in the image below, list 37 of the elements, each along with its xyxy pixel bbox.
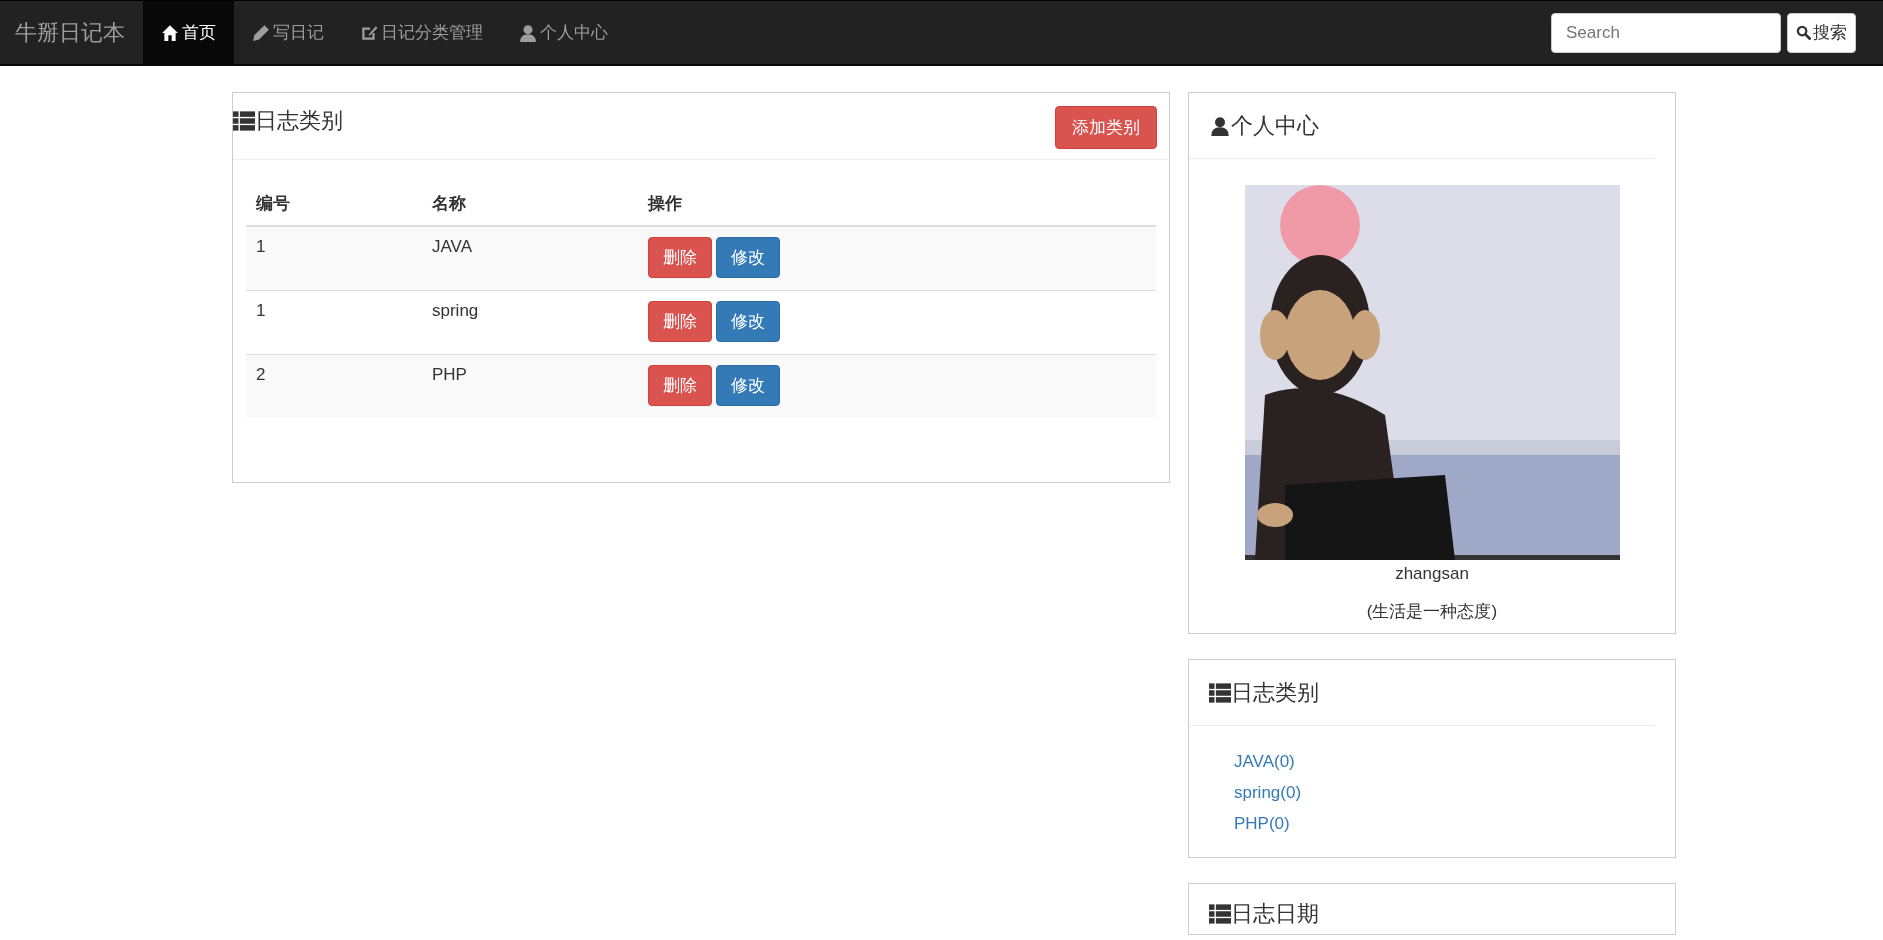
- user-icon: [1209, 116, 1231, 136]
- nav-link[interactable]: 写日记: [234, 1, 342, 64]
- edit-button[interactable]: 修改: [716, 365, 780, 406]
- delete-button[interactable]: 删除: [648, 237, 712, 278]
- delete-button[interactable]: 删除: [648, 301, 712, 342]
- user-icon: [519, 23, 537, 42]
- motto: (生活是一种态度): [1366, 601, 1498, 623]
- brand-link[interactable]: 牛掰日记本: [0, 1, 143, 64]
- table-cell: JAVA: [432, 237, 472, 256]
- search-button[interactable]: 搜索: [1787, 12, 1856, 53]
- category-link[interactable]: spring(0): [1234, 783, 1302, 802]
- category-link[interactable]: PHP(0): [1234, 814, 1290, 833]
- list-icon: [1209, 904, 1231, 924]
- home-icon: [161, 23, 179, 42]
- nav-link[interactable]: 首页: [143, 1, 234, 64]
- add-category-button[interactable]: 添加类别: [1055, 106, 1157, 149]
- nav-link[interactable]: 日记分类管理: [342, 1, 501, 64]
- search-field[interactable]: Search: [1551, 12, 1781, 53]
- category-link[interactable]: JAVA(0): [1234, 752, 1295, 771]
- table-cell: PHP: [432, 365, 467, 384]
- list-icon: [1209, 683, 1231, 703]
- edit-button[interactable]: 修改: [716, 237, 780, 278]
- edit-button[interactable]: 修改: [716, 301, 780, 342]
- delete-button[interactable]: 删除: [648, 365, 712, 406]
- pencil-icon: [252, 23, 270, 42]
- username: zhangsan: [1395, 564, 1469, 584]
- table-cell: 2: [256, 365, 266, 384]
- nav-link[interactable]: 个人中心: [501, 1, 626, 64]
- panel-title-text: 个人中心: [1231, 112, 1319, 140]
- panel-title-text: 日志类别: [1231, 679, 1319, 707]
- list-icon: [233, 111, 255, 131]
- panel-title-text: 日志类别: [255, 107, 343, 135]
- table-cell: 1: [256, 237, 266, 256]
- table-cell: 1: [256, 301, 266, 320]
- panel-title-text: 日志日期: [1231, 900, 1319, 928]
- search-icon: [1796, 25, 1811, 40]
- table-cell: spring: [432, 301, 479, 320]
